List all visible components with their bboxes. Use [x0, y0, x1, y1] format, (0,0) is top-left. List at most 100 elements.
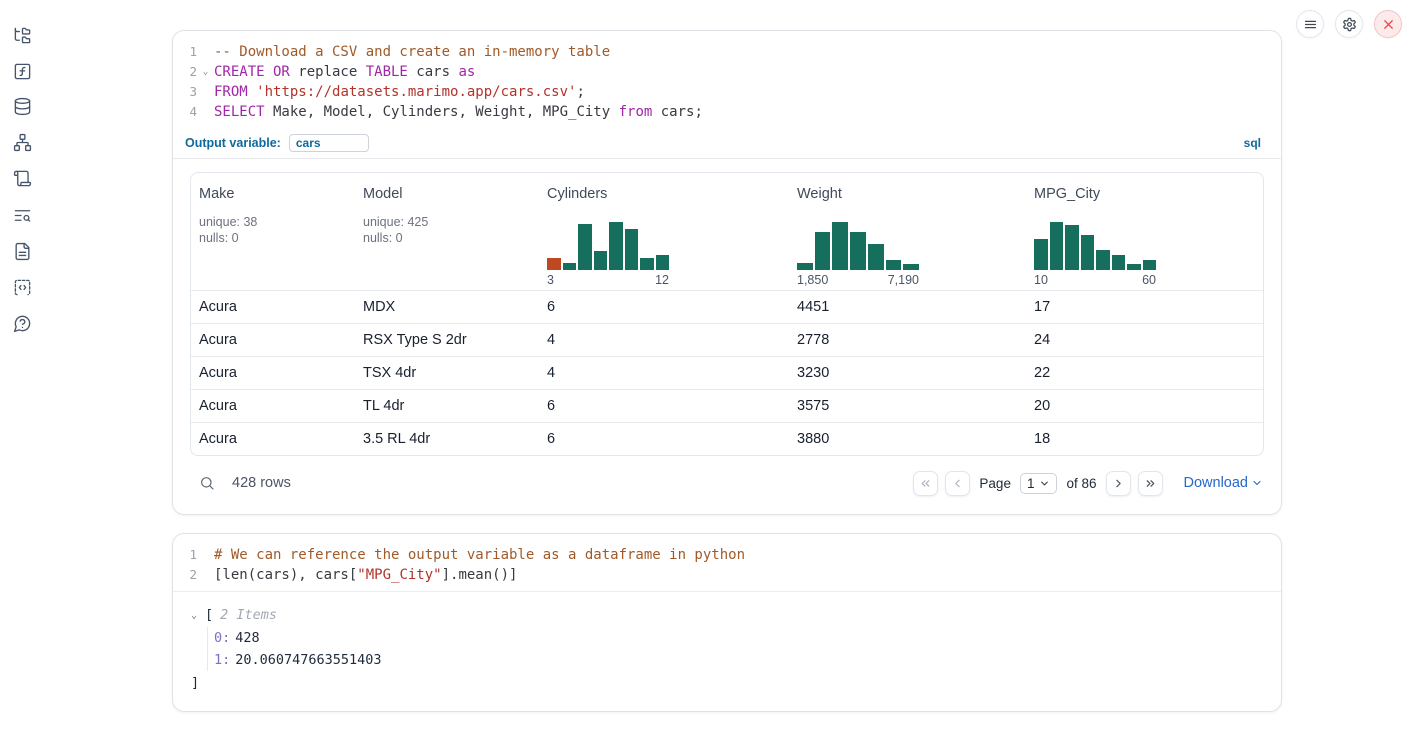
shutdown-button[interactable] [1374, 10, 1402, 38]
fold-chevron-icon[interactable]: ⌄ [197, 62, 214, 82]
histogram-bar [1034, 239, 1048, 270]
column-header-make[interactable]: Make unique: 38 nulls: 0 [191, 173, 355, 290]
row-count: 428 rows [232, 475, 291, 491]
histogram-bar [594, 251, 608, 270]
sql-code-editor[interactable]: 1 -- Download a CSV and create an in-memo… [173, 31, 1281, 128]
sql-cell: 1 -- Download a CSV and create an in-memo… [172, 30, 1282, 515]
histogram-bar [850, 232, 866, 270]
table-row[interactable]: Acura 3.5 RL 4dr 6 3880 18 [191, 422, 1263, 455]
chevron-left-icon [951, 477, 964, 490]
line-number: 2 [173, 565, 197, 585]
search-icon[interactable] [199, 475, 215, 491]
snippets-icon[interactable] [11, 276, 33, 298]
code-line[interactable]: [len(cars), cars["MPG_City"].mean()] [214, 565, 517, 585]
hist-min-label: 3 [547, 273, 554, 287]
gutter-spacer [197, 102, 214, 122]
table-footer: 428 rows Page 1 of 86 Download [173, 456, 1281, 510]
menu-icon [1303, 17, 1318, 32]
chevrons-left-icon [919, 477, 932, 490]
line-number: 1 [173, 42, 197, 62]
histogram-bar [797, 263, 813, 270]
first-page-button[interactable] [913, 471, 938, 496]
language-badge[interactable]: sql [1244, 136, 1261, 150]
column-header-weight[interactable]: Weight 1,850 7,190 [789, 173, 1026, 290]
menu-button[interactable] [1296, 10, 1324, 38]
previous-page-button[interactable] [945, 471, 970, 496]
documentation-icon[interactable] [11, 240, 33, 262]
gutter-spacer [197, 545, 214, 565]
gear-icon [1342, 17, 1357, 32]
histogram-bar [1081, 235, 1095, 270]
page-select[interactable]: 1 [1020, 473, 1058, 494]
hist-max-label: 60 [1142, 273, 1156, 287]
variables-icon[interactable] [11, 60, 33, 82]
page-label: Page [979, 476, 1011, 491]
histogram-bar [625, 229, 639, 270]
histogram-bar [1127, 264, 1141, 270]
histogram-bar [868, 244, 884, 270]
column-header-cylinders[interactable]: Cylinders 3 12 [539, 173, 789, 290]
histogram-bar [1112, 255, 1126, 270]
column-stats: unique: 425 nulls: 0 [363, 214, 531, 246]
histogram-bar [547, 258, 561, 270]
table-row[interactable]: Acura MDX 6 4451 17 [191, 290, 1263, 323]
logs-icon[interactable] [11, 204, 33, 226]
line-number: 2 [173, 62, 197, 82]
file-explorer-icon[interactable] [11, 24, 33, 46]
table-row[interactable]: Acura TL 4dr 6 3575 20 [191, 389, 1263, 422]
gutter-spacer [197, 82, 214, 102]
sql-output-variable-row: Output variable: sql [173, 128, 1281, 159]
code-line[interactable]: FROM 'https://datasets.marimo.app/cars.c… [214, 82, 585, 102]
column-stats: unique: 38 nulls: 0 [199, 214, 347, 246]
histogram-bar [640, 258, 654, 270]
table-row[interactable]: Acura TSX 4dr 4 3230 22 [191, 356, 1263, 389]
next-page-button[interactable] [1106, 471, 1131, 496]
table-row[interactable]: Acura RSX Type S 2dr 4 2778 24 [191, 323, 1263, 356]
left-sidebar [0, 0, 44, 729]
results-table: Make unique: 38 nulls: 0 Model unique: 4… [190, 172, 1264, 456]
code-line[interactable]: CREATE OR replace TABLE cars as [214, 62, 475, 82]
histogram-bar [609, 222, 623, 270]
histogram-bar [832, 222, 848, 270]
output-variable-input[interactable] [289, 134, 369, 152]
close-icon [1381, 17, 1396, 32]
output-variable-label: Output variable: [185, 136, 281, 150]
download-button[interactable]: Download [1184, 475, 1264, 491]
last-page-button[interactable] [1138, 471, 1163, 496]
scratchpad-icon[interactable] [11, 167, 33, 189]
python-cell: 1 # We can reference the output variable … [172, 533, 1282, 712]
column-header-model[interactable]: Model unique: 425 nulls: 0 [355, 173, 539, 290]
help-icon[interactable] [11, 312, 33, 334]
histogram-bar [1050, 222, 1064, 270]
list-entries: 0:428 1:20.060747663551403 [207, 627, 1281, 671]
dependency-graph-icon[interactable] [11, 131, 33, 153]
histogram-bar [578, 224, 592, 270]
histogram-bar [1096, 250, 1110, 270]
notebook-actions [1296, 10, 1402, 38]
list-item-count: 2 Items [220, 607, 277, 623]
page-total: of 86 [1066, 476, 1096, 491]
line-number: 1 [173, 545, 197, 565]
column-header-mpg-city[interactable]: MPG_City 10 60 [1026, 173, 1263, 290]
code-line[interactable]: -- Download a CSV and create an in-memor… [214, 42, 610, 62]
code-line[interactable]: # We can reference the output variable a… [214, 545, 745, 565]
histogram-bar [563, 263, 577, 270]
gutter-spacer [197, 565, 214, 585]
mpg-city-histogram: 10 60 [1034, 220, 1156, 287]
chevron-down-icon [1251, 477, 1263, 489]
collapse-chevron-icon[interactable]: ⌄ [191, 610, 205, 621]
list-open-bracket: [ [205, 607, 213, 623]
gutter-spacer [197, 42, 214, 62]
chevron-right-icon [1112, 477, 1125, 490]
histogram-bar [886, 260, 902, 270]
list-close-bracket: ] [191, 673, 1281, 693]
settings-button[interactable] [1335, 10, 1363, 38]
histogram-bar [815, 232, 831, 270]
datasources-icon[interactable] [11, 95, 33, 117]
histogram-bar [1065, 225, 1079, 270]
python-code-editor[interactable]: 1 # We can reference the output variable … [173, 534, 1281, 591]
code-line[interactable]: SELECT Make, Model, Cylinders, Weight, M… [214, 102, 703, 122]
list-item: 0:428 [214, 627, 1281, 649]
histogram-bar [1143, 260, 1157, 270]
list-item: 1:20.060747663551403 [214, 649, 1281, 671]
